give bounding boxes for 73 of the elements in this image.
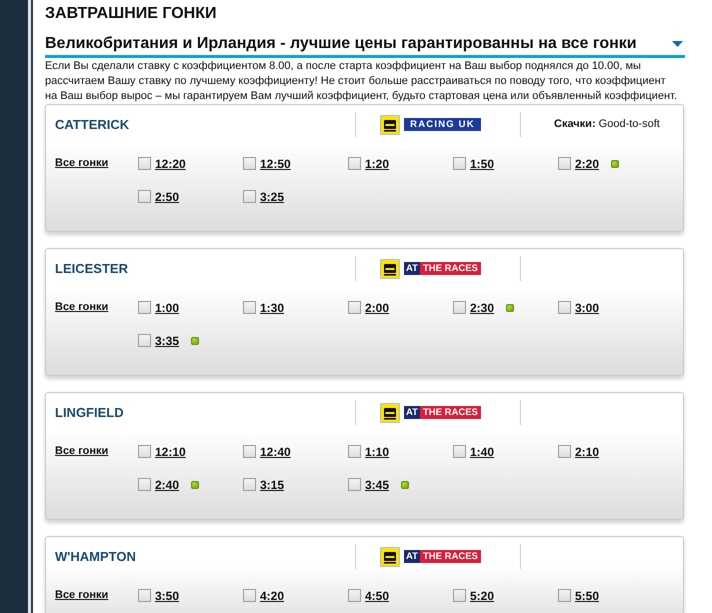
checkbox[interactable]: [558, 589, 571, 602]
checkbox[interactable]: [558, 301, 571, 314]
page-title: ЗАВТРАШНИЕ ГОНКИ: [45, 4, 216, 24]
dropdown-caret-icon[interactable]: [672, 41, 683, 47]
race-time-link[interactable]: 5:50: [575, 586, 600, 604]
meeting-name: LINGFIELD: [55, 404, 124, 420]
checkbox[interactable]: [138, 190, 151, 203]
checkbox[interactable]: [243, 589, 256, 602]
race-time-link[interactable]: 1:20: [365, 154, 390, 172]
race-time-link[interactable]: 1:10: [365, 442, 390, 460]
checkbox[interactable]: [243, 445, 256, 458]
going-info: Скачки: Good-to-soft: [554, 117, 660, 132]
race-time-link[interactable]: 2:10: [575, 442, 600, 460]
race-time-link[interactable]: 3:35: [155, 332, 180, 350]
race-time-link[interactable]: 12:20: [155, 154, 186, 172]
race-time-link[interactable]: 3:25: [260, 188, 284, 206]
checkbox[interactable]: [453, 589, 466, 602]
checkbox[interactable]: [348, 478, 361, 491]
checkbox[interactable]: [348, 589, 361, 602]
region-heading[interactable]: Великобритания и Ирландия - лучшие цены гарантированны на все гонки: [45, 34, 637, 54]
all-races-link[interactable]: Все гонки: [55, 587, 108, 604]
checkbox[interactable]: [243, 478, 256, 491]
race-time-link[interactable]: 1:50: [470, 154, 494, 172]
race-time-link[interactable]: 4:50: [365, 586, 390, 604]
intro-paragraph: Если Вы сделали ставку с коэффициентом 8.00, а после старта коэффициент на Ваш выбор поднялся до 10.00, мы рассчитаем Вашу ставку по лучшему коэффициенту! Не стоит больше расстраиваться по поводу того, что коэффициент на Ваш выбор вырос – мы гарантируем Вам лучший коэффициент, будьто стартовая цена или объявленный коэффициент.: [45, 59, 677, 104]
checkbox[interactable]: [138, 334, 151, 347]
checkbox[interactable]: [243, 157, 256, 170]
checkbox[interactable]: [348, 301, 361, 314]
meeting-name: CATTERICK: [55, 116, 130, 132]
race-time-link[interactable]: 1:00: [155, 298, 180, 316]
tv-icon: [380, 546, 400, 566]
broadcaster-logo: AT THE RACES: [404, 262, 481, 275]
race-time-link[interactable]: 2:20: [575, 154, 600, 172]
all-races-link[interactable]: Все гонки: [55, 155, 108, 172]
race-time-link[interactable]: 1:30: [260, 298, 284, 316]
race-time-link[interactable]: 12:10: [155, 442, 186, 460]
checkbox[interactable]: [348, 445, 361, 458]
checkbox[interactable]: [138, 157, 151, 170]
all-races-link[interactable]: Все гонки: [55, 443, 108, 460]
race-time-link[interactable]: 12:40: [260, 442, 291, 460]
race-time-link[interactable]: 3:50: [155, 586, 180, 604]
checkbox[interactable]: [558, 445, 571, 458]
tv-icon: [380, 114, 400, 134]
race-time-link[interactable]: 4:20: [260, 586, 284, 604]
broadcaster-logo: AT THE RACES: [404, 550, 481, 563]
tv-icon: [380, 258, 400, 278]
meeting-name: W'HAMPTON: [55, 548, 136, 564]
broadcaster-logo: RACING UK: [404, 118, 481, 131]
race-time-link[interactable]: 3:00: [575, 298, 600, 316]
broadcaster-logo: AT THE RACES: [404, 406, 481, 419]
meeting-name: LEICESTER: [55, 260, 128, 276]
checkbox[interactable]: [453, 301, 466, 314]
race-time-link[interactable]: 1:40: [470, 442, 494, 460]
race-time-link[interactable]: 3:15: [260, 476, 284, 494]
race-time-link[interactable]: 2:00: [365, 298, 390, 316]
checkbox[interactable]: [243, 190, 256, 203]
checkbox[interactable]: [348, 157, 361, 170]
race-time-link[interactable]: 12:50: [260, 154, 291, 172]
checkbox[interactable]: [243, 301, 256, 314]
race-time-link[interactable]: 2:50: [155, 188, 180, 206]
checkbox[interactable]: [453, 157, 466, 170]
checkbox[interactable]: [453, 445, 466, 458]
checkbox[interactable]: [138, 589, 151, 602]
race-time-link[interactable]: 3:45: [365, 476, 390, 494]
race-time-link[interactable]: 5:20: [470, 586, 494, 604]
checkbox[interactable]: [138, 301, 151, 314]
race-time-link[interactable]: 2:40: [155, 476, 180, 494]
checkbox[interactable]: [138, 445, 151, 458]
race-time-link[interactable]: 2:30: [470, 298, 494, 316]
tv-icon: [380, 402, 400, 422]
all-races-link[interactable]: Все гонки: [55, 299, 108, 316]
checkbox[interactable]: [138, 478, 151, 491]
checkbox[interactable]: [558, 157, 571, 170]
